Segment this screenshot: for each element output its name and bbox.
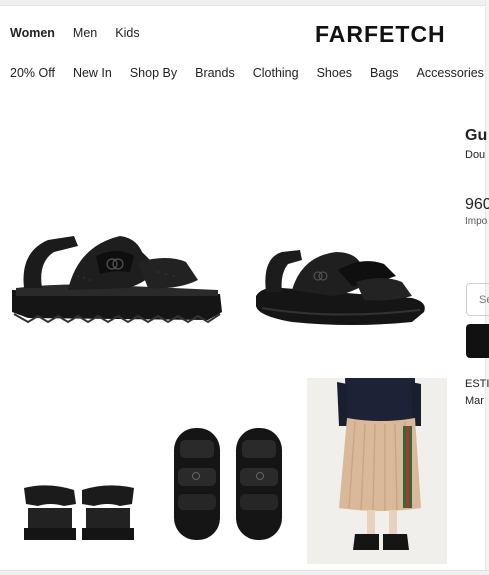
gender-nav: Women Men Kids — [10, 26, 158, 40]
window-bottom-edge — [0, 570, 489, 575]
product-image-back[interactable] — [20, 482, 138, 542]
category-accessories[interactable]: Accessories — [417, 66, 484, 80]
product-image-side[interactable] — [8, 232, 224, 328]
estimated-delivery-date: Mar — [465, 395, 484, 407]
model-illustration — [337, 378, 421, 550]
product-price: 960 — [465, 196, 489, 213]
category-new-in[interactable]: New In — [73, 66, 112, 80]
category-shop-by[interactable]: Shop By — [130, 66, 177, 80]
product-description: Dou — [465, 149, 486, 161]
gender-tab-kids[interactable]: Kids — [115, 26, 139, 40]
import-duties-note: Impo — [465, 216, 488, 227]
category-sale[interactable]: 20% Off — [10, 66, 55, 80]
window-top-edge — [0, 0, 489, 6]
sandals-back-illustration — [24, 485, 134, 540]
category-brands[interactable]: Brands — [195, 66, 235, 80]
gender-tab-men[interactable]: Men — [73, 26, 97, 40]
category-nav: 20% Off New In Shop By Brands Clothing S… — [10, 66, 489, 80]
sandal-angled-illustration — [256, 250, 425, 325]
estimated-delivery-label: ESTI — [465, 378, 489, 390]
category-clothing[interactable]: Clothing — [253, 66, 299, 80]
sandal-side-illustration — [12, 236, 222, 324]
sandals-top-illustration — [174, 428, 282, 540]
product-image-model[interactable] — [307, 378, 447, 564]
size-select[interactable]: Se — [466, 283, 489, 316]
category-bags[interactable]: Bags — [370, 66, 399, 80]
category-shoes[interactable]: Shoes — [317, 66, 352, 80]
product-image-angled[interactable] — [252, 246, 430, 330]
product-image-top[interactable] — [168, 424, 290, 544]
product-brand[interactable]: Gu — [465, 127, 487, 145]
gender-tab-women[interactable]: Women — [10, 26, 55, 40]
farfetch-logo[interactable]: FARFETCH — [315, 21, 446, 48]
add-to-bag-button[interactable] — [466, 324, 489, 358]
